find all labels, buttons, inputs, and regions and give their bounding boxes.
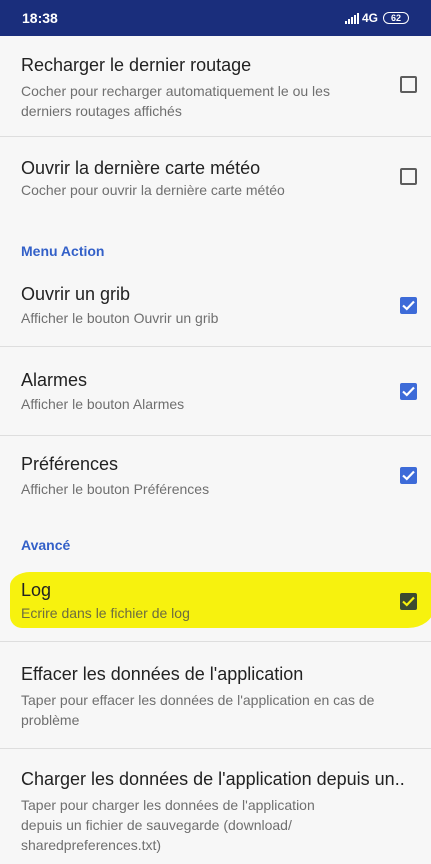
pref-title: Ouvrir la dernière carte météo: [21, 158, 261, 178]
pref-title: Effacer les données de l'application: [21, 664, 304, 684]
pref-load-app-data[interactable]: Charger les données de l'application dep…: [0, 749, 431, 864]
pref-summary: Afficher le bouton Alarmes: [21, 396, 185, 412]
pref-clear-app-data[interactable]: Effacer les données de l'application Tap…: [0, 642, 431, 748]
pref-summary: Ecrire dans le fichier de log: [21, 605, 190, 621]
pref-reload-routing[interactable]: Recharger le dernier routage Cocher pour…: [0, 36, 431, 136]
pref-title: Alarmes: [21, 370, 88, 390]
pref-summary: Afficher le bouton Ouvrir un grib: [21, 310, 219, 326]
pref-summary: Afficher le bouton Préférences: [21, 481, 210, 497]
pref-alarms-checkbox[interactable]: [400, 383, 417, 400]
status-bar: 18:38 4G 62: [0, 0, 431, 36]
status-icons: 4G 62: [344, 11, 409, 25]
check-icon: [402, 596, 415, 607]
battery-level: 62: [390, 13, 401, 23]
check-icon: [402, 386, 415, 397]
check-icon: [402, 300, 415, 311]
pref-summary: Cocher pour recharger automatiquement le…: [21, 83, 330, 119]
pref-open-weather-map-checkbox[interactable]: [400, 168, 417, 185]
pref-log[interactable]: Log Ecrire dans le fichier de log: [0, 570, 431, 640]
pref-open-grib[interactable]: Ouvrir un grib Afficher le bouton Ouvrir…: [0, 268, 431, 346]
signal-icon: [344, 12, 359, 24]
pref-title: Ouvrir un grib: [21, 284, 131, 304]
pref-log-checkbox[interactable]: [400, 593, 417, 610]
pref-preferences[interactable]: Préférences Afficher le bouton Préférenc…: [0, 436, 431, 524]
pref-open-grib-checkbox[interactable]: [400, 297, 417, 314]
pref-reload-routing-checkbox[interactable]: [400, 76, 417, 93]
section-header-avance: Avancé: [21, 537, 71, 553]
pref-summary: Taper pour effacer les données de l'appl…: [21, 692, 375, 728]
pref-title: Log: [21, 580, 52, 600]
pref-title: Charger les données de l'application dep…: [21, 769, 405, 789]
pref-preferences-checkbox[interactable]: [400, 467, 417, 484]
check-icon: [402, 470, 415, 481]
network-type: 4G: [361, 11, 378, 25]
pref-title: Préférences: [21, 454, 119, 474]
pref-open-weather-map[interactable]: Ouvrir la dernière carte météo Cocher po…: [0, 137, 431, 227]
pref-summary: Taper pour charger les données de l'appl…: [21, 797, 315, 853]
pref-title: Recharger le dernier routage: [21, 55, 252, 75]
battery-icon: 62: [383, 12, 409, 24]
pref-summary: Cocher pour ouvrir la dernière carte mét…: [21, 182, 285, 198]
pref-alarms[interactable]: Alarmes Afficher le bouton Alarmes: [0, 347, 431, 435]
section-header-menu-action: Menu Action: [21, 243, 105, 259]
status-time: 18:38: [22, 10, 58, 26]
